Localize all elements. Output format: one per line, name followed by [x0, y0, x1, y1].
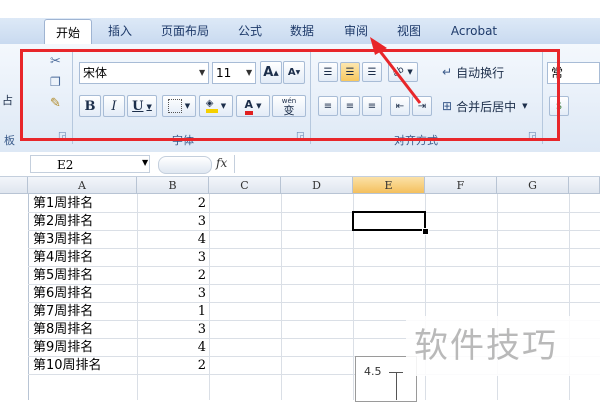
cell-a6[interactable]: 第6周排名 — [33, 285, 93, 303]
formula-divider-handle[interactable] — [158, 156, 212, 174]
insert-function-icon[interactable]: fx — [216, 156, 227, 170]
grid-line — [28, 302, 600, 303]
cell-b7[interactable]: 1 — [138, 303, 206, 321]
column-header-a[interactable]: A — [28, 177, 137, 194]
grid-line — [28, 212, 600, 213]
cell-a9[interactable]: 第9周排名 — [33, 339, 93, 357]
cell-b9[interactable]: 4 — [138, 339, 206, 357]
chart-axis-label: 4.5 — [364, 365, 382, 378]
active-cell-e2[interactable] — [352, 211, 426, 231]
select-all-corner[interactable] — [0, 177, 28, 194]
name-box-dropdown-icon[interactable]: ▼ — [142, 158, 148, 167]
grid-line — [28, 284, 600, 285]
cell-b4[interactable]: 3 — [138, 249, 206, 267]
grid-line — [209, 194, 210, 400]
cell-b2[interactable]: 3 — [138, 213, 206, 231]
column-header-h[interactable] — [569, 177, 600, 194]
cell-a1[interactable]: 第1周排名 — [33, 195, 93, 213]
cell-b1[interactable]: 2 — [138, 195, 206, 213]
cell-a4[interactable]: 第4周排名 — [33, 249, 93, 267]
column-header-d[interactable]: D — [281, 177, 353, 194]
cell-a5[interactable]: 第5周排名 — [33, 267, 93, 285]
column-header-b[interactable]: B — [137, 177, 209, 194]
column-header-f[interactable]: F — [425, 177, 497, 194]
fill-handle[interactable] — [422, 228, 429, 235]
cell-b8[interactable]: 3 — [138, 321, 206, 339]
cell-a8[interactable]: 第8周排名 — [33, 321, 93, 339]
cell-b6[interactable]: 3 — [138, 285, 206, 303]
grid-line — [281, 194, 282, 400]
cell-a10[interactable]: 第10周排名 — [33, 357, 102, 375]
cell-a2[interactable]: 第2周排名 — [33, 213, 93, 231]
cell-b5[interactable]: 2 — [138, 267, 206, 285]
name-box-value: E2 — [57, 158, 74, 172]
column-header-e[interactable]: E — [353, 177, 425, 194]
grid-line — [28, 266, 600, 267]
formula-input[interactable] — [234, 155, 600, 173]
cell-b3[interactable]: 4 — [138, 231, 206, 249]
watermark-text: 软件技巧 — [414, 326, 558, 366]
column-header-c[interactable]: C — [209, 177, 281, 194]
formula-bar: E2 ▼ fx — [0, 152, 600, 177]
chart-axis-line — [396, 372, 397, 400]
grid-line — [28, 230, 600, 231]
cell-a3[interactable]: 第3周排名 — [33, 231, 93, 249]
grid-line — [28, 194, 29, 400]
cell-a7[interactable]: 第7周排名 — [33, 303, 93, 321]
grid-line — [28, 248, 600, 249]
name-box[interactable]: E2 — [30, 155, 150, 173]
column-header-g[interactable]: G — [497, 177, 569, 194]
cell-b10[interactable]: 2 — [138, 357, 206, 375]
